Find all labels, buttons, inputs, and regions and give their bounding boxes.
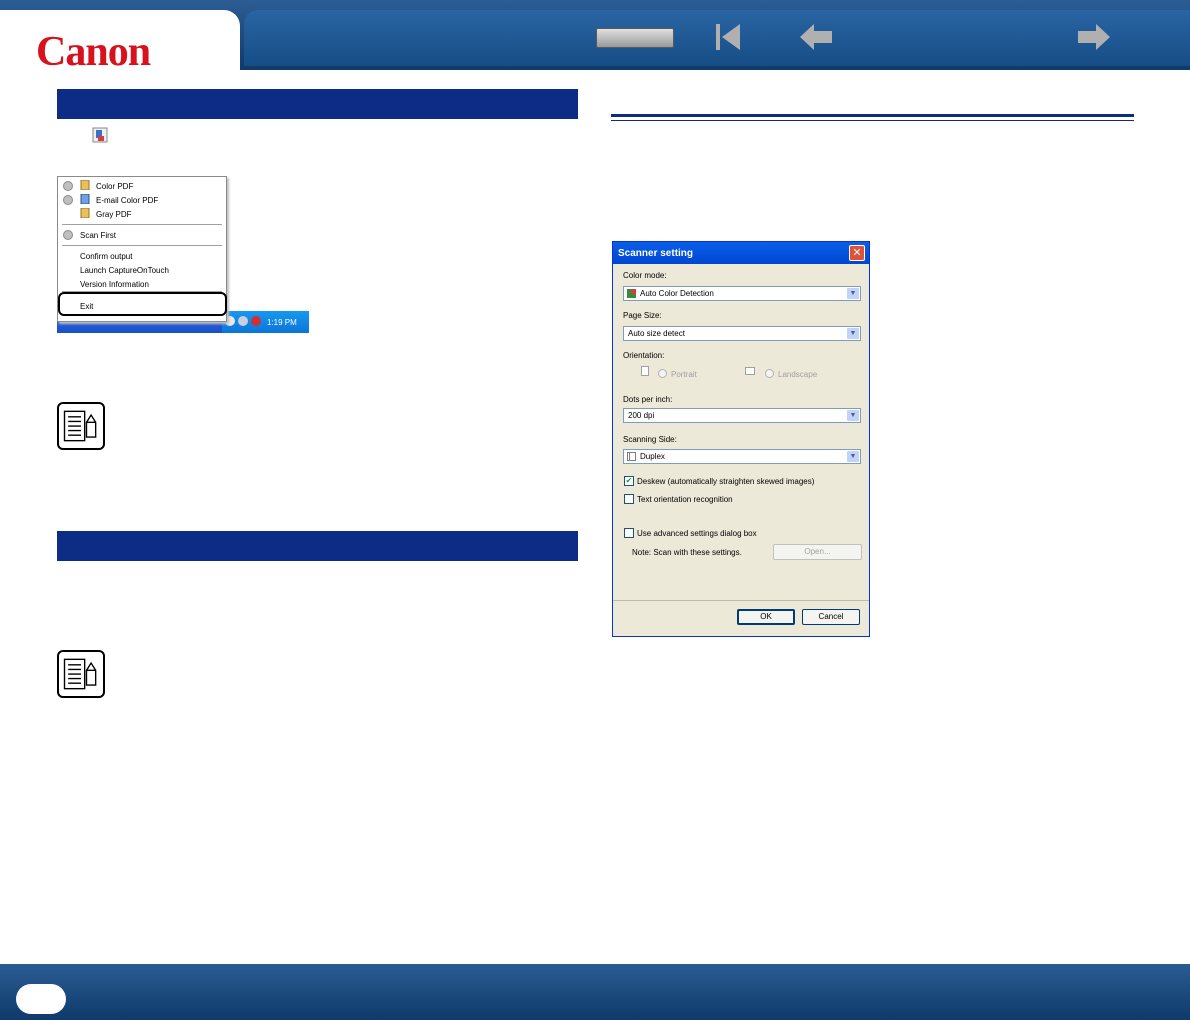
menu-item-email-color-pdf[interactable]: E-mail Color PDF [96,196,158,205]
canon-logo: Canon [36,29,151,75]
close-icon[interactable]: ✕ [849,245,865,261]
menu-item-launch-captureontouch[interactable]: Launch CaptureOnTouch [80,266,169,275]
portrait-label: Portrait [671,370,697,379]
exit-highlight-frame [58,292,227,316]
color-mode-icon [627,289,636,298]
first-page-icon[interactable] [708,20,748,54]
dialog-title: Scanner setting [618,248,694,259]
orientation-label: Orientation: [623,351,665,360]
logo-tab: Canon [0,10,240,75]
menu-item-gray-pdf[interactable]: Gray PDF [96,210,132,219]
chevron-down-icon[interactable]: ▼ [847,410,859,421]
section-bar-2 [57,531,578,561]
menu-item-color-pdf[interactable]: Color PDF [96,182,133,191]
menu-item-confirm-output[interactable]: Confirm output [80,252,132,261]
color-mode-select[interactable]: Auto Color Detection ▼ [623,286,861,301]
page-header: Canon [0,0,1190,75]
menu-separator [62,245,222,246]
scanning-side-label: Scanning Side: [623,435,677,444]
menu-item-scan-first[interactable]: Scan First [80,231,116,240]
ok-button[interactable]: OK [737,609,795,625]
security-icon [251,316,261,326]
heading-rule [611,114,1134,117]
page-footer [0,964,1190,1020]
menu-separator [62,224,222,225]
tray-menu-screenshot: 1:19 PM Color PDF E-mail Color PDF Gray … [57,176,309,334]
text-orientation-checkbox[interactable] [624,494,634,504]
scan-first-bullet-icon [63,230,73,240]
next-icon[interactable] [1074,20,1114,54]
scanning-side-value: Duplex [640,452,665,461]
dpi-select[interactable]: 200 dpi ▼ [623,408,861,423]
note-icon [57,402,105,450]
open-button[interactable]: Open... [773,544,862,560]
page-number-pill [16,984,66,1014]
advanced-settings-checkbox[interactable] [624,528,634,538]
deskew-checkbox[interactable]: ✔ [624,476,634,486]
dialog-titlebar: Scanner setting ✕ [613,242,869,264]
heading-rule-thin [611,120,1134,121]
chevron-down-icon[interactable]: ▼ [847,328,859,339]
top-page-button[interactable] [596,28,674,48]
landscape-radio[interactable] [765,369,774,378]
network-icon [238,316,248,326]
portrait-page-icon [641,366,649,376]
pdf-file-icon [80,180,90,190]
color-mode-label: Color mode: [623,271,667,280]
chevron-down-icon[interactable]: ▼ [847,288,859,299]
text-orientation-label: Text orientation recognition [637,495,733,504]
dpi-value: 200 dpi [628,411,655,420]
dialog-divider [613,600,869,601]
chevron-down-icon[interactable]: ▼ [847,451,859,462]
scanning-side-select[interactable]: Duplex ▼ [623,449,861,464]
landscape-page-icon [745,367,755,375]
page-size-value: Auto size detect [628,329,685,338]
landscape-label: Landscape [778,370,818,379]
advanced-settings-label: Use advanced settings dialog box [637,529,757,538]
pdf-file-icon [80,208,90,218]
menu-item-version-information[interactable]: Version Information [80,280,149,289]
portrait-radio[interactable] [658,369,667,378]
duplex-icon [627,452,636,461]
deskew-label: Deskew (automatically straighten skewed … [637,477,815,486]
section-bar-1 [57,89,578,119]
note-icon [57,650,105,698]
cancel-button[interactable]: Cancel [802,609,860,625]
page-size-select[interactable]: Auto size detect ▼ [623,326,861,341]
dpi-label: Dots per inch: [623,395,673,404]
taskbar-clock: 1:19 PM [267,318,297,327]
color-mode-value: Auto Color Detection [640,289,714,298]
page-size-label: Page Size: [623,311,662,320]
scanner-setting-dialog: Scanner setting ✕ Color mode: Auto Color… [612,241,870,637]
back-icon[interactable] [796,20,836,54]
email-file-icon [80,194,90,204]
capture-on-touch-tray-icon [92,127,108,143]
job-bullet-icon [63,181,73,191]
settings-note: Note: Scan with these settings. [632,548,742,557]
job-bullet-icon [63,195,73,205]
